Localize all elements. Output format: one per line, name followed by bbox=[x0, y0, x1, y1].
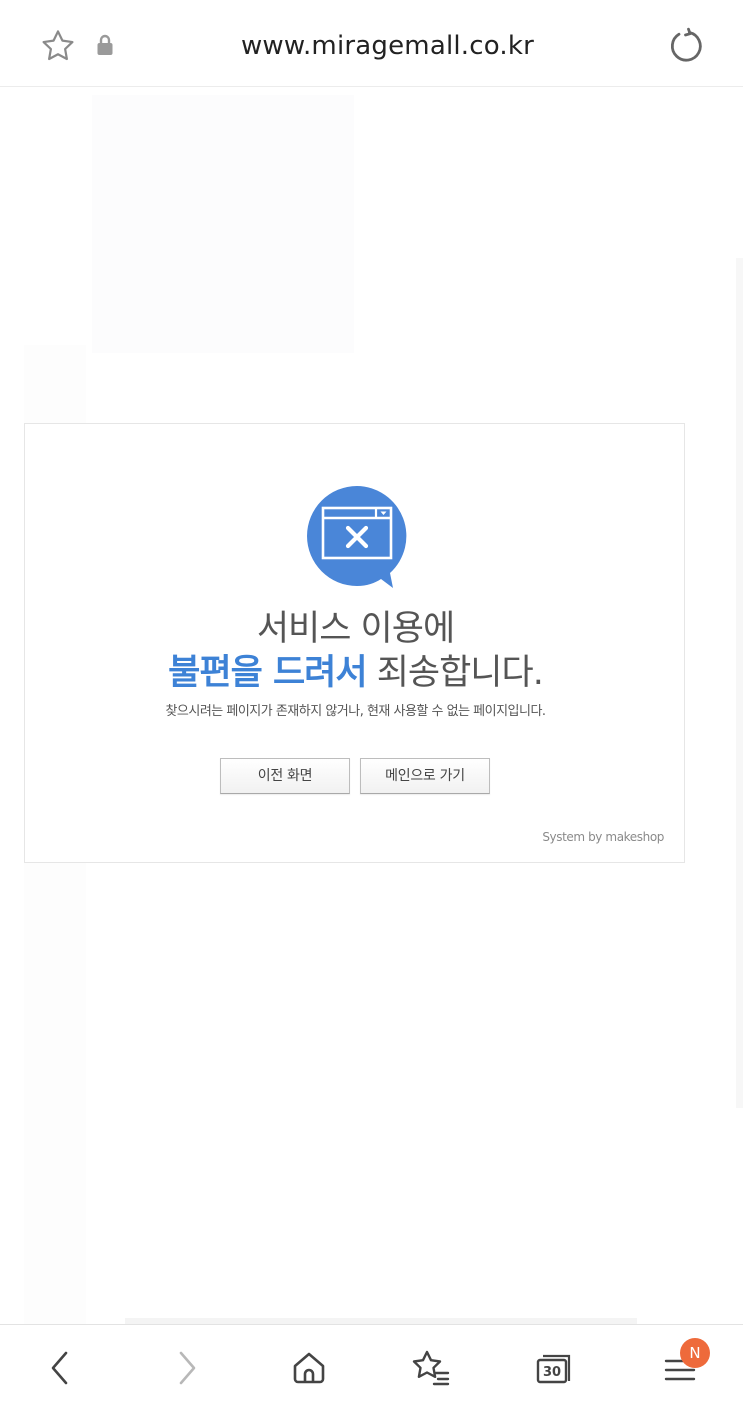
reload-icon[interactable] bbox=[662, 22, 708, 68]
browser-bottom-toolbar: 30 bbox=[0, 1324, 743, 1410]
system-credit: System by makeshop bbox=[542, 830, 664, 844]
error-title-highlight: 불편을 드려서 bbox=[168, 653, 367, 693]
previous-page-button[interactable]: 이전 화면 bbox=[220, 758, 350, 794]
go-main-button[interactable]: 메인으로 가기 bbox=[360, 758, 490, 794]
lock-icon bbox=[92, 30, 118, 60]
forward-icon[interactable] bbox=[159, 1343, 215, 1393]
back-icon[interactable] bbox=[32, 1343, 88, 1393]
browser-address-bar: www.miragemall.co.kr bbox=[0, 0, 743, 87]
bookmark-star-icon[interactable] bbox=[36, 24, 80, 68]
url-text[interactable]: www.miragemall.co.kr bbox=[180, 24, 595, 68]
menu-notification-badge: N bbox=[680, 1338, 710, 1368]
bookmarks-icon[interactable] bbox=[404, 1343, 460, 1393]
error-subtitle: 불편을 드려서 죄송합니다. bbox=[25, 650, 686, 696]
error-description: 찾으시려는 페이지가 존재하지 않거나, 현재 사용할 수 없는 페이지입니다. bbox=[165, 704, 546, 719]
background-panel bbox=[92, 95, 354, 353]
error-title-rest: 죄송합니다. bbox=[366, 653, 544, 693]
tabs-count: 30 bbox=[543, 1365, 561, 1380]
error-card: 서비스 이용에 불편을 드려서 죄송합니다. 찾으시려는 페이지가 존재하지 않… bbox=[24, 423, 685, 863]
scrollbar-track bbox=[736, 258, 743, 1108]
tabs-icon[interactable]: 30 bbox=[527, 1343, 583, 1393]
error-title: 서비스 이용에 bbox=[256, 609, 455, 649]
home-icon[interactable] bbox=[281, 1343, 337, 1393]
browser-window-x-icon bbox=[305, 482, 409, 594]
